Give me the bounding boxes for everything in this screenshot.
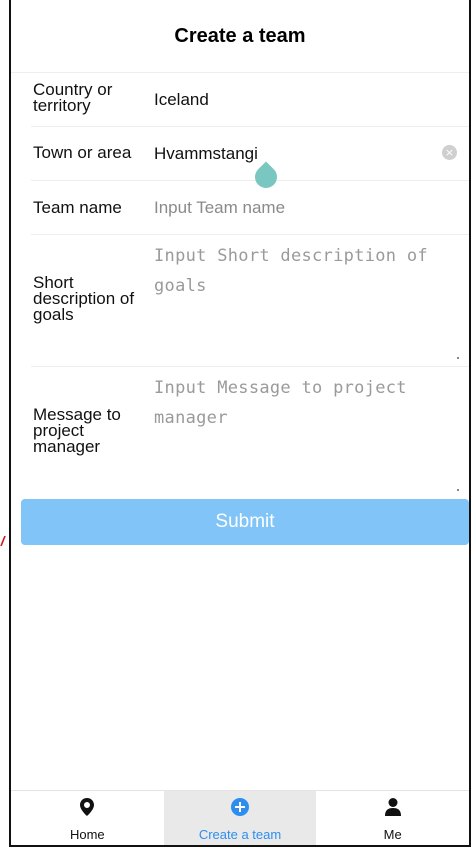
tab-me[interactable]: Me bbox=[316, 791, 469, 845]
goals-row: Short description of goals Input Short d… bbox=[31, 235, 469, 367]
country-row[interactable]: Country or territory Iceland bbox=[31, 72, 469, 127]
team-name-input[interactable]: Input Team name bbox=[154, 198, 285, 218]
resize-handle[interactable] bbox=[457, 357, 459, 359]
page-title: Create a team bbox=[11, 0, 469, 73]
tab-home[interactable]: Home bbox=[11, 791, 164, 845]
app-screen: Create a team Country or territory Icela… bbox=[9, 0, 471, 847]
country-field[interactable]: Iceland bbox=[154, 90, 209, 110]
plus-circle-icon bbox=[231, 796, 249, 818]
team-name-label: Team name bbox=[33, 198, 122, 217]
goals-textarea[interactable]: Input Short description of goals bbox=[154, 241, 449, 301]
town-input[interactable]: Hvammstangi bbox=[154, 144, 258, 164]
goals-label: Short description of goals bbox=[33, 273, 135, 324]
message-textarea[interactable]: Input Message to project manager bbox=[154, 373, 449, 433]
tab-create-team-label: Create a team bbox=[198, 827, 282, 842]
user-icon bbox=[384, 796, 401, 818]
message-row: Message to project manager Input Message… bbox=[31, 367, 469, 499]
town-row: Town or area Hvammstangi × bbox=[31, 127, 469, 181]
red-annotation-mark bbox=[0, 536, 6, 546]
bottom-tab-bar: Home Create a team Me bbox=[11, 790, 469, 845]
tab-create-team[interactable]: Create a team bbox=[163, 791, 317, 845]
team-name-row: Team name Input Team name bbox=[31, 181, 469, 235]
town-label: Town or area bbox=[33, 143, 132, 162]
map-pin-icon bbox=[80, 796, 95, 818]
tab-me-label: Me bbox=[383, 827, 402, 842]
tab-home-label: Home bbox=[69, 827, 105, 842]
clear-circle-icon[interactable]: × bbox=[442, 145, 457, 160]
resize-handle[interactable] bbox=[457, 489, 459, 491]
country-label: Country or territory bbox=[33, 80, 113, 115]
submit-button[interactable]: Submit bbox=[21, 499, 469, 545]
message-label: Message to project manager bbox=[33, 405, 121, 456]
